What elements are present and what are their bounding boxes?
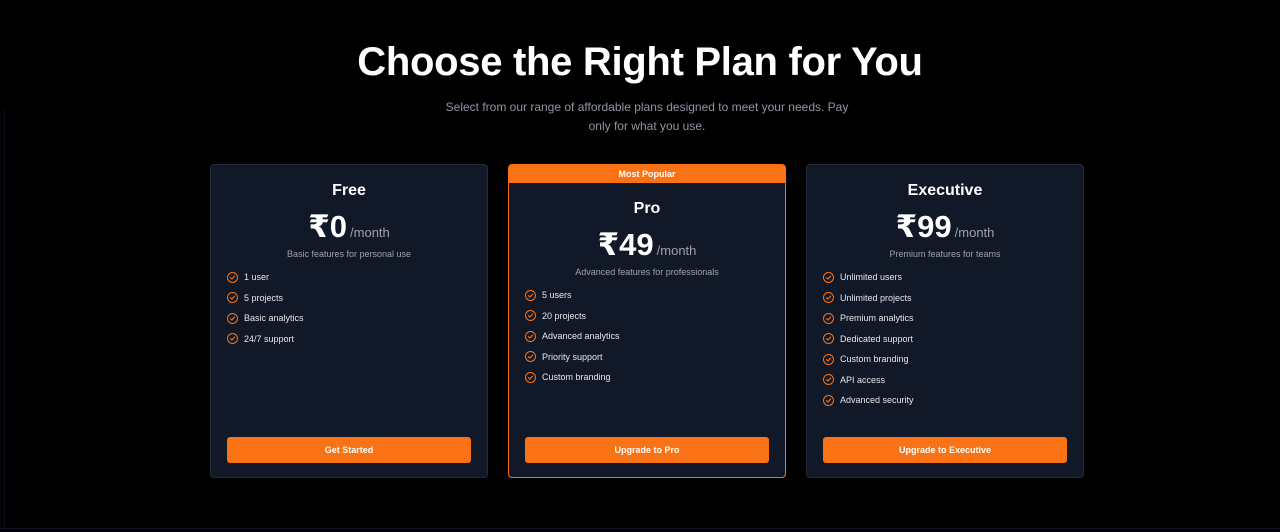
feature-label: API access [840, 374, 886, 385]
feature-item: Advanced security [823, 390, 1067, 411]
feature-list: 1 user 5 projects Basic analytics 24/7 supp… [227, 267, 471, 349]
check-circle-icon [525, 371, 536, 383]
page-subtitle: Select from our range of affordable plan… [445, 100, 849, 133]
get-started-button[interactable]: Get Started [227, 437, 471, 463]
plan-name: Executive [907, 182, 983, 199]
pricing-page: Choose the Right Plan for You Select fro… [0, 0, 1280, 532]
check-circle-icon [823, 292, 834, 304]
plan-price: ₹0 [308, 209, 348, 244]
feature-list: 5 users 20 projects Advanced analytics Prio… [525, 285, 769, 388]
feature-label: Unlimited projects [840, 292, 912, 303]
feature-item: Basic analytics [227, 308, 471, 329]
feature-label: 5 users [542, 290, 572, 301]
check-circle-icon [823, 394, 834, 406]
plan-name: Free [332, 182, 366, 199]
feature-item: Unlimited projects [823, 288, 1067, 309]
feature-label: Advanced analytics [542, 331, 620, 342]
plan-description: Advanced features for professionals [575, 267, 719, 277]
plan-price: ₹99 [895, 209, 952, 244]
check-circle-icon [525, 310, 536, 322]
price-row: ₹99/month [807, 209, 1083, 245]
plan-card-executive: Executive ₹99/month Premium features for… [806, 164, 1084, 478]
feature-label: Unlimited users [840, 272, 903, 283]
plan-period: /month [656, 243, 697, 258]
check-circle-icon [525, 289, 536, 301]
feature-label: Dedicated support [840, 333, 914, 344]
check-circle-icon [823, 333, 834, 345]
upgrade-to-pro-button[interactable]: Upgrade to Pro [525, 437, 769, 463]
check-circle-icon [823, 271, 834, 283]
plan-description: Basic features for personal use [286, 249, 412, 259]
feature-item: Unlimited users [823, 267, 1067, 288]
price-row: ₹0/month [211, 209, 487, 245]
feature-label: Priority support [542, 351, 603, 362]
feature-label: Custom branding [840, 354, 909, 365]
check-circle-icon [227, 271, 238, 283]
check-circle-icon [823, 312, 834, 324]
feature-label: Advanced security [840, 395, 914, 406]
page-title: Choose the Right Plan for You [357, 40, 923, 84]
feature-label: 24/7 support [244, 333, 295, 344]
feature-item: Dedicated support [823, 329, 1067, 350]
check-circle-icon [823, 374, 834, 386]
check-circle-icon [227, 292, 238, 304]
feature-label: Premium analytics [840, 313, 914, 324]
feature-label: 1 user [244, 272, 270, 283]
check-circle-icon [525, 330, 536, 342]
feature-item: 24/7 support [227, 329, 471, 350]
feature-item: 5 projects [227, 288, 471, 309]
feature-item: Advanced analytics [525, 326, 769, 347]
feature-label: 5 projects [244, 292, 284, 303]
price-row: ₹49/month [509, 227, 785, 263]
plan-card-free: Free ₹0/month Basic features for persona… [210, 164, 488, 478]
feature-label: Basic analytics [244, 313, 304, 324]
feature-label: 20 projects [542, 310, 587, 321]
check-circle-icon [823, 353, 834, 365]
feature-item: 20 projects [525, 306, 769, 327]
divider [0, 528, 1280, 529]
plan-price: ₹49 [597, 227, 654, 262]
plan-description: Premium features for teams [889, 249, 1001, 259]
check-circle-icon [227, 333, 238, 345]
plan-period: /month [954, 225, 995, 240]
feature-item: 1 user [227, 267, 471, 288]
check-circle-icon [525, 351, 536, 363]
feature-item: Priority support [525, 347, 769, 368]
upgrade-to-executive-button[interactable]: Upgrade to Executive [823, 437, 1067, 463]
feature-item: Premium analytics [823, 308, 1067, 329]
feature-item: Custom branding [823, 349, 1067, 370]
feature-item: API access [823, 370, 1067, 391]
feature-item: Custom branding [525, 367, 769, 388]
plan-period: /month [350, 225, 390, 240]
feature-label: Custom branding [542, 372, 611, 383]
feature-list: Unlimited users Unlimited projects Premium… [823, 267, 1067, 411]
most-popular-badge: Most Popular [509, 165, 785, 183]
feature-item: 5 users [525, 285, 769, 306]
plan-name: Pro [633, 200, 661, 217]
plan-card-pro: Most Popular Pro ₹49/month Advanced feat… [508, 164, 786, 478]
check-circle-icon [227, 312, 238, 324]
divider [4, 110, 5, 530]
